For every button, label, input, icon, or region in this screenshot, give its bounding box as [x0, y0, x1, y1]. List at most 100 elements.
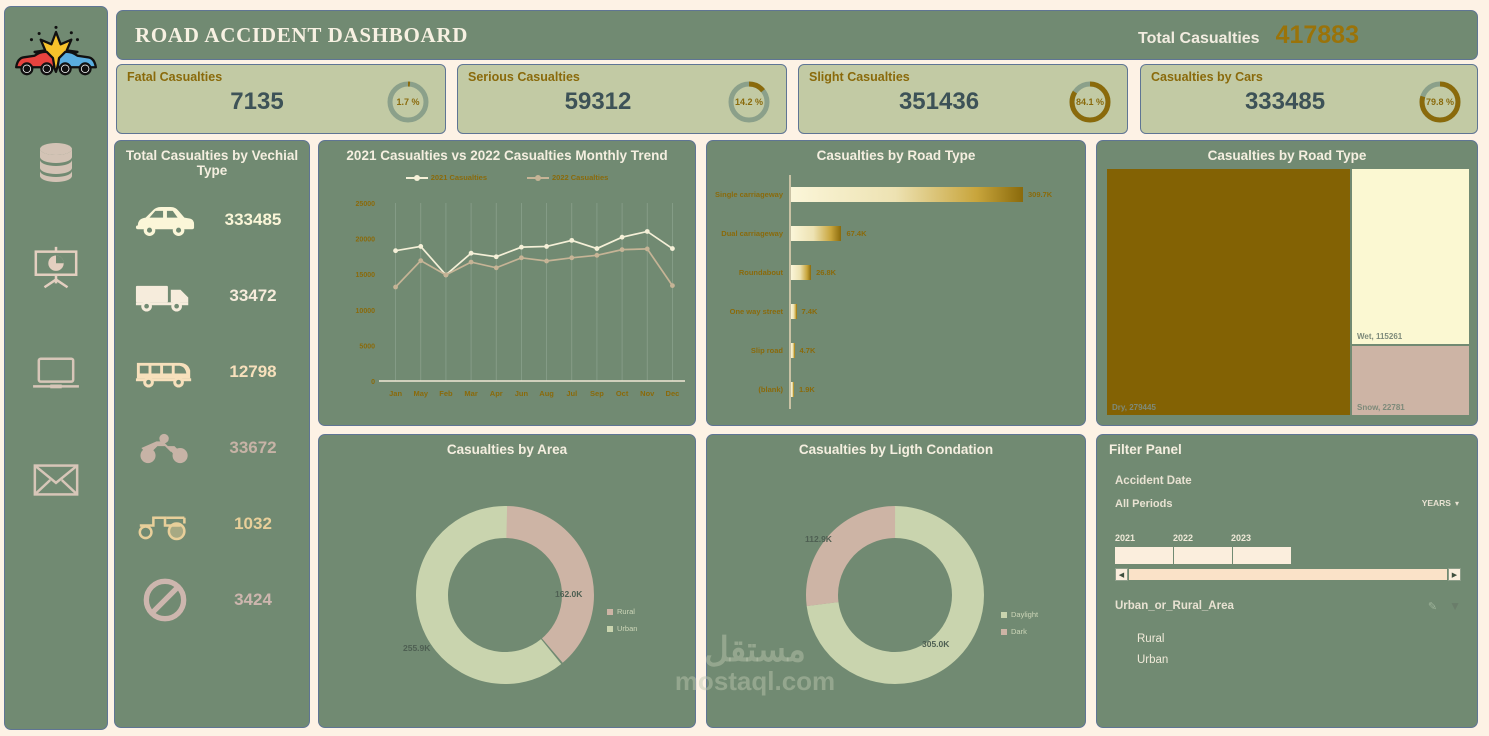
list-item[interactable]: 33672 [115, 410, 309, 486]
svg-text:Sep: Sep [590, 389, 604, 398]
year-label: 2021 [1115, 533, 1136, 543]
presentation-chart-icon[interactable] [21, 237, 91, 299]
treemap-cell-snow[interactable]: Snow, 22781 [1352, 346, 1469, 415]
svg-text:Feb: Feb [439, 389, 453, 398]
kpi-card-serious[interactable]: Serious Casualties 59312 14.2 % [457, 64, 787, 134]
light-donut-chart[interactable] [795, 495, 995, 695]
vehicle-panel-title: Total Casualties by Vechial Type [125, 148, 299, 178]
legend-item-dark: Dark [1001, 627, 1038, 636]
legend-item-2021: 2021 Casualties [405, 173, 487, 182]
vehicle-list: 333485 33472 12798 33672 1032 3424 [115, 178, 309, 638]
kpi-card-slight[interactable]: Slight Casualties 351436 84.1 % [798, 64, 1128, 134]
bar-fill [791, 187, 1023, 202]
list-item[interactable]: 1032 [115, 486, 309, 562]
envelope-icon[interactable] [21, 449, 91, 511]
donut-value-daylight: 305.0K [922, 639, 950, 649]
kpi-card-cars[interactable]: Casualties by Cars 333485 79.8 % [1140, 64, 1478, 134]
treemap-cell-wet[interactable]: Wet, 115261 [1352, 169, 1469, 344]
scroll-right-icon[interactable]: ▶ [1448, 568, 1461, 581]
legend-item-urban: Urban [607, 624, 637, 633]
svg-text:May: May [413, 389, 428, 398]
chart-legend: Daylight Dark [1001, 610, 1038, 644]
truck-icon [129, 280, 201, 313]
year-label: 2023 [1231, 533, 1252, 543]
chart-legend: Rural Urban [607, 607, 637, 641]
legend-label: Urban [617, 624, 638, 633]
vehicle-count: 333485 [224, 210, 282, 229]
filter-icon[interactable]: ▼ [1449, 599, 1461, 613]
kpi-percent: 84.1 % [1075, 97, 1105, 107]
road-surface-treemap-panel: Casualties by Road Type Dry, 279445 Wet,… [1096, 140, 1478, 426]
bar-row[interactable]: One way street 7.4K [707, 292, 1085, 331]
date-range-scrollbar[interactable]: ◀ ▶ [1115, 568, 1461, 581]
bar-row[interactable]: Slip road 4.7K [707, 331, 1085, 370]
legend-swatch [1001, 611, 1007, 618]
line-chart-svg: 0 5000 10000 15000 20000 25000 Jan May Feb Mar Apr… [356, 201, 685, 398]
filter-option-rural[interactable]: Rural [1115, 633, 1164, 645]
legend-label: Dark [1011, 627, 1027, 636]
chart-title: Casualties by Road Type [816, 148, 976, 163]
vehicle-count: 33472 [229, 286, 277, 305]
year-block-2021[interactable] [1115, 547, 1173, 564]
urban-rural-filter-header: Urban_or_Rural_Area ✎ ▼ [1115, 599, 1461, 613]
year-blocks[interactable] [1115, 547, 1291, 564]
laptop-icon[interactable] [21, 343, 91, 405]
legend-item-daylight: Daylight [1001, 610, 1038, 619]
svg-text:25000: 25000 [356, 201, 376, 208]
legend-swatch [607, 625, 613, 632]
kpi-donut-gauge: 1.7 % [385, 79, 431, 125]
total-casualties-value: 417883 [1275, 20, 1359, 49]
legend-label: Rural [617, 607, 635, 616]
chevron-down-icon: ▾ [1454, 498, 1459, 508]
bar-category-label: Slip road [750, 346, 783, 355]
treemap-cell-dry[interactable]: Dry, 279445 [1107, 169, 1350, 415]
year-block-2022[interactable] [1174, 547, 1232, 564]
legend-swatch [527, 174, 549, 181]
filter-option-urban[interactable]: Urban [1115, 654, 1168, 666]
list-item[interactable]: 333485 [115, 182, 309, 258]
treemap-label: Snow, 22781 [1357, 403, 1405, 412]
all-periods-label: All Periods [1115, 498, 1173, 510]
list-item[interactable]: 33472 [115, 258, 309, 334]
granularity-value: YEARS [1421, 498, 1451, 508]
bar-value-label: 309.7K [1028, 190, 1053, 199]
bar-row[interactable]: Single carriageway 309.7K [707, 175, 1085, 214]
bar-row[interactable]: (blank) 1.9K [707, 370, 1085, 409]
vehicle-count: 33672 [229, 438, 277, 457]
bar-fill [791, 226, 842, 241]
filter-panel-title: Filter Panel [1109, 442, 1182, 457]
scroll-left-icon[interactable]: ◀ [1115, 568, 1128, 581]
legend-swatch [405, 174, 428, 181]
database-icon[interactable] [21, 131, 91, 193]
bus-icon [129, 356, 201, 389]
svg-text:10000: 10000 [356, 308, 376, 315]
svg-text:15000: 15000 [356, 272, 376, 279]
bar-fill [791, 382, 794, 397]
granularity-selector[interactable]: YEARS ▾ [1422, 498, 1459, 508]
bar-category-label: Dual carriageway [721, 229, 783, 238]
area-donut-panel: Casualties by Area 162.0K 255.9K Rural U… [318, 434, 696, 728]
donut-value-dark: 112.9K [805, 534, 832, 544]
bar-category-label: Single carriageway [715, 190, 783, 199]
list-item[interactable]: 3424 [115, 562, 309, 638]
legend-item-rural: Rural [607, 607, 637, 616]
eraser-icon[interactable]: ✎ [1428, 600, 1437, 613]
bar-row[interactable]: Roundabout 26.8K [707, 253, 1085, 292]
year-block-2023[interactable] [1233, 547, 1291, 564]
vehicle-type-panel: Total Casualties by Vechial Type 333485 [114, 140, 310, 728]
kpi-percent: 14.2 % [734, 97, 764, 107]
treemap-label: Dry, 279445 [1112, 403, 1156, 412]
kpi-card-fatal[interactable]: Fatal Casualties 7135 1.7 % [116, 64, 446, 134]
year-label: 2022 [1173, 533, 1194, 543]
road-type-bar-panel: Casualties by Road Type Single carriagew… [706, 140, 1086, 426]
svg-text:5000: 5000 [359, 343, 375, 350]
donut-value-urban: 255.9K [403, 643, 431, 653]
filter-panel: Filter Panel Accident Date All Periods Y… [1096, 434, 1478, 728]
svg-text:20000: 20000 [356, 237, 376, 244]
list-item[interactable]: 12798 [115, 334, 309, 410]
bar-row[interactable]: Dual carriageway 67.4K [707, 214, 1085, 253]
scrollbar-track[interactable] [1129, 569, 1447, 580]
bar-value-label: 1.9K [799, 385, 815, 394]
tractor-icon [129, 508, 201, 541]
svg-text:Nov: Nov [640, 389, 655, 398]
